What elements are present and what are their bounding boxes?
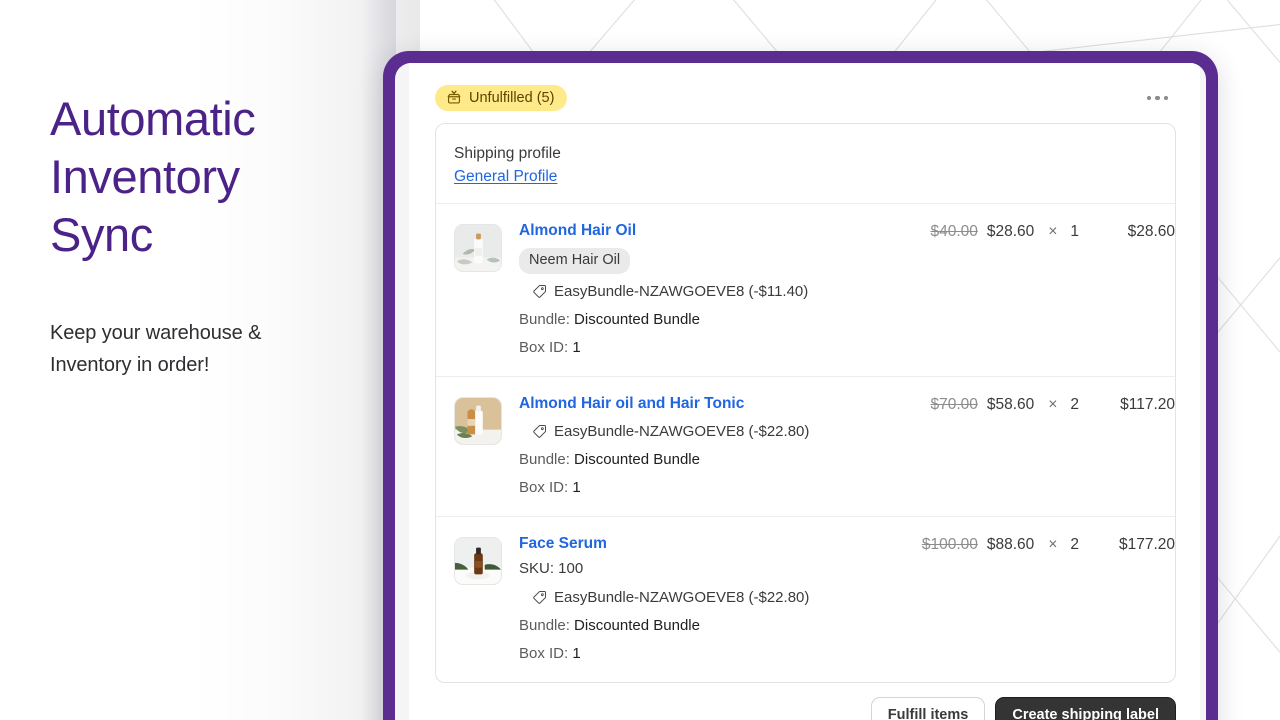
page-title: Automatic Inventory Sync — [50, 90, 350, 263]
order-card-header: Unfulfilled (5) — [409, 63, 1200, 119]
headline-line-1: Automatic — [50, 92, 256, 145]
table-row: Face Serum SKU: 100 EasyBundle-NZAWGOEVE… — [436, 517, 1175, 682]
box-id-line: Box ID: 1 — [519, 477, 930, 498]
quantity-value: 1 — [1070, 223, 1079, 241]
kebab-dot — [1163, 95, 1168, 101]
line-total: $177.20 — [1118, 535, 1175, 553]
quantity-value: 2 — [1070, 395, 1079, 413]
shipping-profile-section: Shipping profile General Profile — [436, 124, 1175, 205]
box-id-value: 1 — [572, 644, 581, 662]
sku-text: SKU: 100 — [519, 560, 584, 577]
line-item-pricing: $100.00 $88.60 × 2 $177.20 — [922, 533, 1175, 664]
tag-icon — [532, 284, 547, 299]
bundle-label: Bundle: — [519, 310, 570, 328]
product-title-link[interactable]: Face Serum — [519, 534, 922, 554]
face-serum-thumbnail[interactable] — [454, 536, 502, 585]
multiply-symbol: × — [1048, 223, 1058, 241]
discounted-price: $58.60 — [986, 395, 1035, 413]
box-id-line: Box ID: 1 — [519, 643, 922, 664]
line-items-card: Shipping profile General Profile Almond … — [435, 123, 1176, 683]
discount-line: EasyBundle-NZAWGOEVE8 (-$11.40) — [532, 281, 930, 302]
bundle-value: Discounted Bundle — [574, 310, 700, 328]
card-footer-actions: Fulfill items Create shipping label — [409, 683, 1200, 720]
line-item-details: Almond Hair oil and Hair Tonic EasyBundl… — [502, 393, 930, 498]
box-id-label: Box ID: — [519, 644, 569, 662]
subcopy-line-1: Keep your warehouse & — [50, 322, 262, 345]
box-id-line: Box ID: 1 — [519, 337, 930, 358]
quantity-value: 2 — [1070, 535, 1079, 553]
discounted-price: $88.60 — [986, 535, 1035, 553]
device-screen: Unfulfilled (5) Shipping profile General… — [395, 63, 1206, 720]
discount-code-text: EasyBundle-NZAWGOEVE8 (-$11.40) — [554, 282, 809, 300]
create-shipping-label-button[interactable]: Create shipping label — [995, 696, 1176, 720]
app-viewport: Unfulfilled (5) Shipping profile General… — [409, 63, 1200, 720]
multiply-symbol: × — [1048, 535, 1058, 553]
line-item-details: Almond Hair Oil Neem Hair Oil EasyBundle… — [502, 220, 930, 358]
shipping-profile-label: Shipping profile — [454, 145, 561, 162]
promo-screenshot: Automatic Inventory Sync Keep your wareh… — [0, 0, 1280, 720]
fulfill-items-button[interactable]: Fulfill items — [870, 696, 986, 720]
headline-line-2: Inventory — [50, 149, 240, 203]
box-id-value: 1 — [572, 478, 581, 496]
box-id-value: 1 — [572, 338, 581, 356]
line-item-details: Face Serum SKU: 100 EasyBundle-NZAWGOEVE… — [502, 533, 922, 664]
discount-line: EasyBundle-NZAWGOEVE8 (-$22.80) — [532, 587, 922, 608]
bundle-line: Bundle: Discounted Bundle — [519, 615, 922, 636]
almond-hair-oil-thumbnail[interactable] — [454, 224, 502, 273]
bundle-line: Bundle: Discounted Bundle — [519, 449, 930, 470]
table-row: Almond Hair oil and Hair Tonic EasyBundl… — [436, 377, 1175, 517]
product-title-link[interactable]: Almond Hair Oil — [519, 221, 930, 241]
box-id-label: Box ID: — [519, 478, 569, 496]
kebab-dot — [1146, 95, 1151, 101]
ellipsis-horizontal-icon[interactable] — [1137, 88, 1179, 109]
table-row: Almond Hair Oil Neem Hair Oil EasyBundle… — [436, 204, 1175, 377]
multiply-symbol: × — [1048, 395, 1058, 413]
device-frame: Unfulfilled (5) Shipping profile General… — [383, 51, 1218, 720]
status-badge: Unfulfilled (5) — [435, 85, 568, 111]
discount-line: EasyBundle-NZAWGOEVE8 (-$22.80) — [532, 421, 930, 442]
page-subtitle: Keep your warehouse & Inventory in order… — [50, 317, 350, 381]
tag-icon — [532, 590, 547, 605]
tag-icon — [532, 424, 547, 439]
original-price: $100.00 — [921, 535, 978, 553]
bundle-label: Bundle: — [519, 616, 570, 634]
subcopy-line-2: Inventory in order! — [50, 354, 210, 377]
variant-badge: Neem Hair Oil — [519, 248, 631, 274]
box-id-label: Box ID: — [519, 338, 569, 356]
almond-hair-oil-tonic-thumbnail[interactable] — [454, 396, 502, 445]
original-price: $40.00 — [930, 223, 978, 241]
line-total: $28.60 — [1127, 223, 1175, 241]
status-badge-label: Unfulfilled (5) — [469, 89, 555, 106]
marketing-copy: Automatic Inventory Sync Keep your wareh… — [50, 90, 350, 381]
discount-code-text: EasyBundle-NZAWGOEVE8 (-$22.80) — [554, 588, 810, 606]
bundle-value: Discounted Bundle — [574, 450, 700, 468]
discount-code-text: EasyBundle-NZAWGOEVE8 (-$22.80) — [554, 422, 810, 440]
line-item-pricing: $40.00 $28.60 × 1 $28.60 — [930, 220, 1175, 358]
bundle-value: Discounted Bundle — [574, 616, 700, 634]
bundle-line: Bundle: Discounted Bundle — [519, 309, 930, 330]
bundle-label: Bundle: — [519, 450, 570, 468]
discounted-price: $28.60 — [986, 223, 1035, 241]
kebab-dot — [1155, 95, 1160, 101]
line-item-pricing: $70.00 $58.60 × 2 $117.20 — [930, 393, 1175, 498]
headline-line-3: Sync — [50, 207, 153, 261]
line-total: $117.20 — [1120, 395, 1175, 413]
product-title-link[interactable]: Almond Hair oil and Hair Tonic — [519, 394, 930, 414]
original-price: $70.00 — [930, 395, 978, 413]
unfulfilled-package-icon — [446, 90, 462, 106]
shipping-profile-link[interactable]: General Profile — [454, 168, 557, 186]
